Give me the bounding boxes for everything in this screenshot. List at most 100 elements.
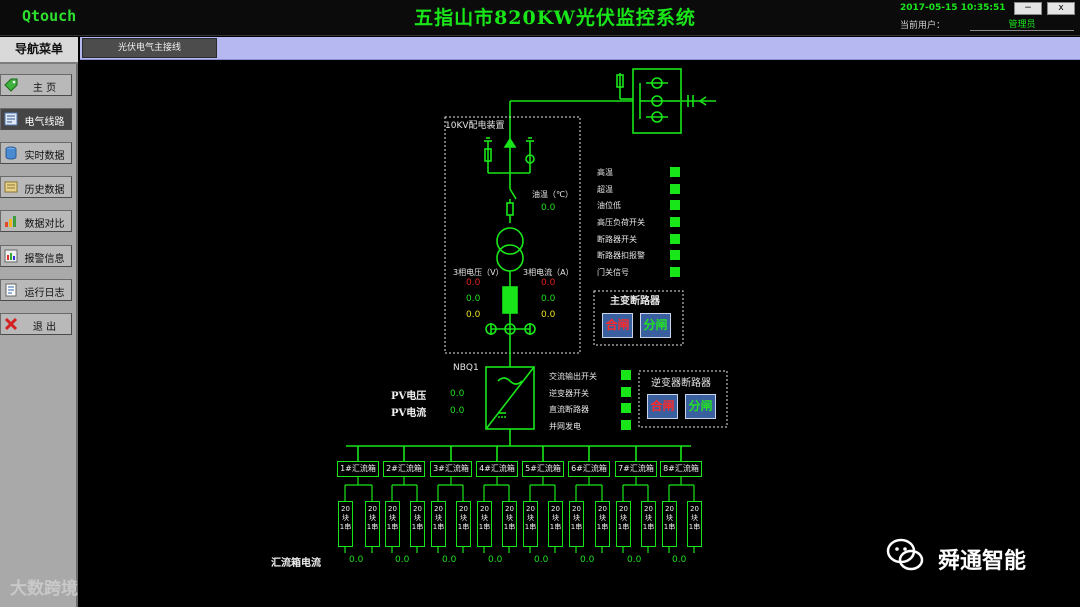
combiner-box-2[interactable]: 2#汇流箱 (383, 461, 425, 477)
pv-string: 20 块 1串 (456, 501, 471, 547)
pv-string: 20 块 1串 (502, 501, 517, 547)
combiner-4-current: 0.0 (488, 555, 503, 565)
pv-string: 20 块 1串 (687, 501, 702, 547)
main-breaker-close-button[interactable]: 合闸 (602, 313, 633, 338)
signal-door-indicator (670, 267, 680, 277)
signal-high-temp-indicator (670, 167, 680, 177)
close-button[interactable]: x (1047, 2, 1075, 15)
pv-string: 20 块 1串 (641, 501, 656, 547)
log-icon (5, 283, 17, 297)
pv-string: 20 块 1串 (365, 501, 380, 547)
combiner-box-1[interactable]: 1#汇流箱 (337, 461, 379, 477)
pv-string: 20 块 1串 (569, 501, 584, 547)
inverter-name: NBQ1 (453, 363, 479, 373)
tab-pv-main-wiring[interactable]: 光伏电气主接线 (82, 38, 217, 58)
combiner-box-8[interactable]: 8#汇流箱 (660, 461, 702, 477)
combiner-8-current: 0.0 (672, 555, 687, 565)
current-user-name[interactable]: 管理员 (970, 17, 1074, 31)
nav-sidebar: 导航菜单 主 页 电气线路 实时数据 历史数据 数据对比 报警信息 运行日志 退… (0, 37, 78, 607)
signal-hv-load-switch-label: 高压负荷开关 (597, 218, 645, 227)
nav-item-label: 电气线路 (24, 117, 65, 128)
inv-signal-inverter-switch-indicator (621, 387, 631, 397)
nav-item-compare[interactable]: 数据对比 (0, 210, 72, 232)
signal-low-oil-label: 油位低 (597, 201, 621, 210)
inverter-breaker-title: 逆变器断路器 (651, 378, 711, 389)
combiner-box-4[interactable]: 4#汇流箱 (476, 461, 518, 477)
combiner-box-5[interactable]: 5#汇流箱 (522, 461, 564, 477)
main-breaker-title: 主变断路器 (610, 296, 660, 307)
pv-string: 20 块 1串 (431, 501, 446, 547)
exit-icon (4, 317, 18, 331)
title-bar: Qtouch 五指山市820KW光伏监控系统 2017-05-15 10:35:… (0, 0, 1080, 36)
wechat-logo-icon (886, 538, 924, 571)
signal-breaker-alarm-indicator (670, 250, 680, 260)
signal-breaker-switch-indicator (670, 234, 680, 244)
history-icon (4, 181, 18, 193)
combiner-3-current: 0.0 (442, 555, 457, 565)
database-icon (5, 146, 17, 160)
alarm-icon (4, 249, 18, 263)
nav-item-label: 退 出 (32, 322, 57, 333)
current-phase-b: 0.0 (541, 294, 556, 304)
inv-signal-ac-output-indicator (621, 370, 631, 380)
inverter-breaker-open-button[interactable]: 分闸 (685, 394, 716, 419)
combiner-box-3[interactable]: 3#汇流箱 (430, 461, 472, 477)
nav-item-alarm[interactable]: 报警信息 (0, 245, 72, 267)
pv-current-label: PV电流 (391, 408, 427, 419)
oil-temp-label: 油温（℃） (532, 190, 573, 199)
current-phase-a: 0.0 (541, 278, 556, 288)
combiner-box-6[interactable]: 6#汇流箱 (568, 461, 610, 477)
nav-item-label: 实时数据 (24, 151, 65, 162)
signal-door-label: 门关信号 (597, 268, 629, 277)
current-user-label: 当前用户： (900, 21, 946, 31)
pv-voltage-label: PV电压 (391, 391, 427, 402)
voltage-phase-a: 0.0 (466, 278, 481, 288)
nav-item-exit[interactable]: 退 出 (0, 313, 72, 335)
combiner-1-current: 0.0 (349, 555, 364, 565)
nav-item-label: 运行日志 (24, 288, 65, 299)
nav-item-label: 数据对比 (24, 219, 65, 230)
combiner-6-current: 0.0 (580, 555, 595, 565)
pv-string: 20 块 1串 (338, 501, 353, 547)
pv-string: 20 块 1串 (523, 501, 538, 547)
nav-item-label: 主 页 (32, 83, 57, 94)
nav-item-realtime[interactable]: 实时数据 (0, 142, 72, 164)
nav-item-home[interactable]: 主 页 (0, 74, 72, 96)
pv-string: 20 块 1串 (410, 501, 425, 547)
tab-bar: 光伏电气主接线 (80, 37, 1080, 60)
nav-item-runlog[interactable]: 运行日志 (0, 279, 72, 301)
signal-over-temp-indicator (670, 184, 680, 194)
inverter-breaker-close-button[interactable]: 合闸 (647, 394, 678, 419)
voltage-phase-b: 0.0 (466, 294, 481, 304)
inv-signal-dc-breaker-indicator (621, 403, 631, 413)
pv-string: 20 块 1串 (385, 501, 400, 547)
main-breaker-open-button[interactable]: 分闸 (640, 313, 671, 338)
inv-signal-inverter-switch-label: 逆变器开关 (549, 389, 589, 398)
pv-string: 20 块 1串 (616, 501, 631, 547)
diagram-icon (4, 112, 18, 126)
combiner-2-current: 0.0 (395, 555, 410, 565)
signal-breaker-alarm-label: 断路器扣报警 (597, 251, 645, 260)
combiner-7-current: 0.0 (627, 555, 642, 565)
nav-item-history[interactable]: 历史数据 (0, 176, 72, 198)
pv-string: 20 块 1串 (477, 501, 492, 547)
pv-string: 20 块 1串 (548, 501, 563, 547)
app-name: Qtouch (22, 7, 77, 25)
combiner-box-7[interactable]: 7#汇流箱 (615, 461, 657, 477)
inv-signal-dc-breaker-label: 直流断路器 (549, 405, 589, 414)
pv-string: 20 块 1串 (662, 501, 677, 547)
system-title: 五指山市820KW光伏监控系统 (414, 7, 696, 29)
signal-high-temp-label: 高温 (597, 168, 613, 177)
tag-icon (4, 78, 18, 92)
current-datetime: 2017-05-15 10:35:51 (900, 3, 1006, 13)
minimize-button[interactable]: − (1014, 2, 1042, 15)
voltage-phase-c: 0.0 (466, 310, 481, 320)
inv-signal-ac-output-label: 交流输出开关 (549, 372, 597, 381)
combiner-current-label: 汇流箱电流 (271, 558, 321, 569)
nav-item-electrical[interactable]: 电气线路 (0, 108, 72, 130)
inv-signal-grid-gen-indicator (621, 420, 631, 430)
current-phase-c: 0.0 (541, 310, 556, 320)
three-phase-voltage-label: 3相电压（V） (453, 268, 504, 277)
wiring-diagram: 10KV配电装置 油温（℃） 0.0 3相电压（V） 3相电流（A） 0.0 0… (80, 61, 1078, 607)
oil-temp-value: 0.0 (541, 203, 556, 213)
